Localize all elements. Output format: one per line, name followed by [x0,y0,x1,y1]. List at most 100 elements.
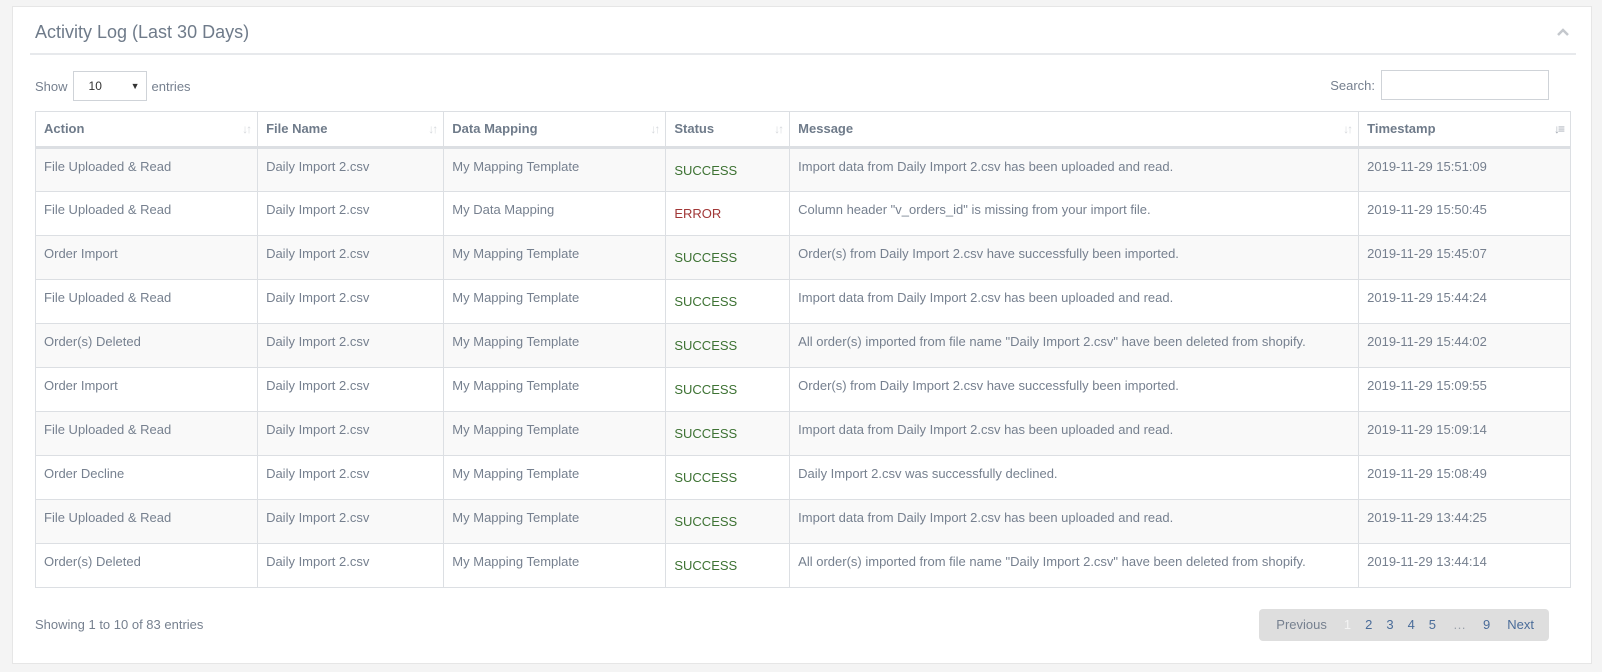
page-button-5[interactable]: 5 [1422,609,1443,641]
cell-status: SUCCESS [665,499,791,544]
status-badge: SUCCESS [674,163,738,178]
chevron-up-icon[interactable] [1556,27,1570,37]
cell-message: Import data from Daily Import 2.csv has … [789,279,1360,324]
search-input[interactable] [1381,70,1549,100]
status-badge: SUCCESS [674,426,738,441]
status-badge: SUCCESS [674,294,738,309]
sort-both-icon: ↓↑ [1343,122,1353,136]
cell-timestamp: 2019-11-29 15:45:07 [1358,235,1571,280]
cell-status: SUCCESS [665,543,791,588]
cell-data-mapping: My Data Mapping [443,191,667,236]
sort-both-icon: ↓↑ [428,122,438,136]
cell-data-mapping: My Mapping Template [443,455,667,500]
cell-status: SUCCESS [665,367,791,412]
column-header-label: File Name [266,121,328,136]
cell-data-mapping: My Mapping Template [443,499,667,544]
column-header-label: Timestamp [1367,121,1436,136]
cell-action: File Uploaded & Read [34,279,259,324]
cell-message: Order(s) from Daily Import 2.csv have su… [789,235,1360,280]
cell-message: Column header "v_orders_id" is missing f… [789,191,1360,236]
cell-data-mapping: My Mapping Template [443,411,667,456]
cell-message: All order(s) imported from file name "Da… [789,543,1360,588]
cell-action: File Uploaded & Read [34,411,259,456]
cell-status: SUCCESS [665,455,791,500]
table-row: Order Decline Daily Import 2.csv My Mappin… [34,455,1571,500]
cell-file-name: Daily Import 2.csv [257,191,445,236]
cell-action: Order Decline [34,455,259,500]
cell-status: SUCCESS [665,147,791,192]
cell-data-mapping: My Mapping Template [443,235,667,280]
next-page-button[interactable]: Next [1497,609,1541,641]
table-row: File Uploaded & Read Daily Import 2.csv My… [34,411,1571,456]
entries-per-page-select[interactable]: 10 ▼ [72,71,147,101]
table-row: File Uploaded & Read Daily Import 2.csv My… [34,279,1571,324]
status-badge: SUCCESS [674,250,738,265]
table-row: Order Import Daily Import 2.csv My Mapping… [34,367,1571,412]
page-button-9[interactable]: 9 [1476,609,1497,641]
cell-action: File Uploaded & Read [34,191,259,236]
pagination-ellipsis: … [1453,617,1467,632]
cell-file-name: Daily Import 2.csv [257,543,445,588]
entries-label: entries [151,78,191,94]
cell-timestamp: 2019-11-29 15:51:09 [1358,147,1571,192]
page-button-3[interactable]: 3 [1379,609,1400,641]
table-row: Order Import Daily Import 2.csv My Mapping… [34,235,1571,280]
cell-timestamp: 2019-11-29 13:44:25 [1358,499,1571,544]
table-info: Showing 1 to 10 of 83 entries [35,617,204,632]
cell-action: File Uploaded & Read [34,499,259,544]
table-row: File Uploaded & Read Daily Import 2.csv My… [34,147,1571,192]
sort-desc-icon: ↓≡ [1553,122,1565,136]
cell-timestamp: 2019-11-29 15:44:02 [1358,323,1571,368]
cell-action: Order(s) Deleted [34,543,259,588]
cell-message: All order(s) imported from file name "Da… [789,323,1360,368]
cell-file-name: Daily Import 2.csv [257,279,445,324]
status-badge: SUCCESS [674,338,738,353]
search-label: Search: [1330,77,1375,93]
cell-timestamp: 2019-11-29 15:08:49 [1358,455,1571,500]
cell-message: Import data from Daily Import 2.csv has … [789,499,1360,544]
table-row: File Uploaded & Read Daily Import 2.csv My… [34,191,1571,236]
cell-status: SUCCESS [665,279,791,324]
page-button-1[interactable]: 1 [1337,609,1358,641]
status-badge: SUCCESS [674,382,738,397]
table-header-row: Action ↓↑ File Name ↓↑ Data Mapping ↓↑ Status ↓… [34,111,1571,149]
previous-page-button[interactable]: Previous [1269,609,1337,641]
entries-length-control: Show 10 ▼ entries [35,71,191,101]
cell-status: SUCCESS [665,235,791,280]
cell-timestamp: 2019-11-29 13:44:14 [1358,543,1571,588]
cell-data-mapping: My Mapping Template [443,279,667,324]
cell-action: Order Import [34,235,259,280]
show-label: Show [35,78,68,94]
status-badge: ERROR [674,206,722,221]
cell-file-name: Daily Import 2.csv [257,147,445,192]
caret-down-icon: ▼ [130,81,140,91]
pagination: Previous 1 2 3 4 5 … 9 Next [1259,609,1549,641]
column-header-file-name[interactable]: File Name ↓↑ [257,111,445,149]
search-control: Search: [1330,70,1549,100]
sort-both-icon: ↓↑ [650,122,660,136]
table-row: File Uploaded & Read Daily Import 2.csv My… [34,499,1571,544]
table-row: Order(s) Deleted Daily Import 2.csv My Map… [34,323,1571,368]
page-button-2[interactable]: 2 [1358,609,1379,641]
status-badge: SUCCESS [674,558,738,573]
cell-status: SUCCESS [665,411,791,456]
page-button-4[interactable]: 4 [1401,609,1422,641]
cell-file-name: Daily Import 2.csv [257,235,445,280]
column-header-timestamp[interactable]: Timestamp ↓≡ [1358,111,1571,149]
cell-data-mapping: My Mapping Template [443,147,667,192]
cell-message: Daily Import 2.csv was successfully decl… [789,455,1360,500]
column-header-message[interactable]: Message ↓↑ [789,111,1360,149]
entries-per-page-value: 10 [88,79,102,93]
column-header-data-mapping[interactable]: Data Mapping ↓↑ [443,111,667,149]
cell-status: SUCCESS [665,323,791,368]
table-row: Order(s) Deleted Daily Import 2.csv My Map… [34,543,1571,588]
column-header-status[interactable]: Status ↓↑ [665,111,791,149]
column-header-label: Status [674,121,715,136]
cell-message: Import data from Daily Import 2.csv has … [789,147,1360,192]
cell-file-name: Daily Import 2.csv [257,411,445,456]
status-badge: SUCCESS [674,514,738,529]
column-header-action[interactable]: Action ↓↑ [34,111,259,149]
cell-file-name: Daily Import 2.csv [257,455,445,500]
cell-data-mapping: My Mapping Template [443,323,667,368]
cell-action: Order(s) Deleted [34,323,259,368]
